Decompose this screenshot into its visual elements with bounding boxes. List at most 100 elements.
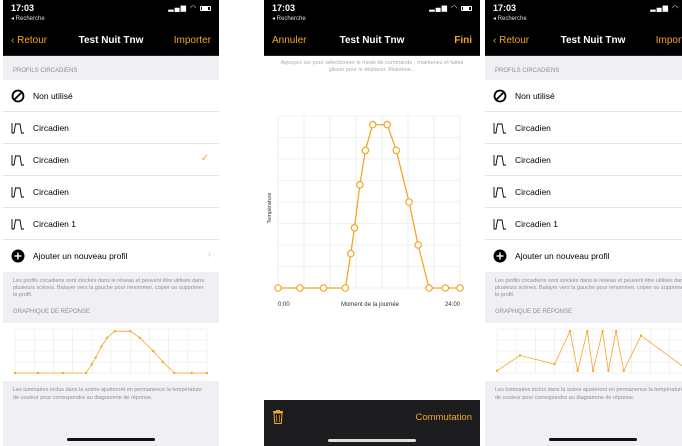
profiles-note: Les profils circadiens sont stockés dans… xyxy=(13,278,205,299)
control-point xyxy=(368,120,377,129)
response-graph-svg xyxy=(13,329,209,375)
circadian-curve-icon xyxy=(493,123,506,134)
profile-row-label: Circadien xyxy=(515,187,551,197)
profile-row-label: Ajouter un nouveau profil xyxy=(515,251,610,261)
profile-list: Non utilisé Circadien Circadien ✓ Circadien C… xyxy=(3,80,219,272)
control-point xyxy=(347,249,355,258)
control-point xyxy=(296,284,304,292)
trash-icon[interactable] xyxy=(272,410,284,424)
done-button[interactable]: Fini xyxy=(454,35,472,46)
status-time: 17:03 xyxy=(493,3,517,13)
wifi-icon: ◠ xyxy=(450,5,459,12)
home-indicator[interactable] xyxy=(67,438,155,441)
data-point xyxy=(205,372,209,375)
import-button[interactable]: Importer xyxy=(656,35,682,46)
profile-row[interactable]: Circadien 1 xyxy=(3,208,219,240)
data-point xyxy=(568,330,572,333)
home-indicator[interactable] xyxy=(328,439,416,442)
add-profile-row[interactable]: Ajouter un nouveau profil› xyxy=(485,240,682,272)
data-point xyxy=(518,354,522,358)
section-header-profiles: PROFILS CIRCADIENS xyxy=(495,68,560,74)
control-point xyxy=(456,284,464,292)
profile-row[interactable]: Circadien 1 xyxy=(485,208,682,240)
not-used-icon xyxy=(11,89,25,103)
x-tick-label-start: 0:00 xyxy=(278,302,290,308)
data-point xyxy=(601,330,604,333)
data-point xyxy=(553,363,556,366)
graph-note: Les luminaires inclus dans la scène ajus… xyxy=(495,387,682,401)
control-point xyxy=(356,181,364,189)
screen-profiles-left: 17:03 ◂ Recherche ▂▄▆ ◠ ‹ Retour Test Nu… xyxy=(3,0,219,446)
profile-row[interactable]: Circadien xyxy=(485,144,682,176)
control-point xyxy=(341,284,350,292)
profile-row[interactable]: Circadien xyxy=(3,176,219,208)
profile-row[interactable]: Circadien✓ xyxy=(485,112,682,144)
status-back-app[interactable]: ◂ Recherche xyxy=(11,15,45,22)
status-bar: 17:03 ◂ Recherche ▂▄▆ ◠ xyxy=(485,0,682,26)
data-point xyxy=(94,356,97,360)
status-icons: ▂▄▆ ◠ xyxy=(168,4,211,12)
data-point xyxy=(586,330,589,333)
control-point xyxy=(392,146,401,155)
commutation-button[interactable]: Commutation xyxy=(416,412,473,423)
data-point xyxy=(190,372,193,375)
graph-note: Les luminaires inclus dans la scène ajus… xyxy=(13,387,202,401)
add-icon xyxy=(11,249,25,263)
status-time: 17:03 xyxy=(11,3,35,13)
temperature-chart[interactable]: Température Moment de la journée 0:00 24:00 xyxy=(264,80,480,430)
chart-area[interactable]: Température Moment de la journée 0:00 24:00 xyxy=(264,80,480,430)
profile-row-label: Circadien xyxy=(515,123,551,133)
import-button[interactable]: Importer xyxy=(174,35,211,46)
profile-row[interactable]: Non utilisé xyxy=(3,80,219,112)
chevron-right-icon: › xyxy=(207,249,211,260)
status-bar: 17:03 ◂ Recherche ▂▄▆ ◠ xyxy=(3,0,219,26)
data-point xyxy=(173,372,176,375)
status-bar: 17:03 ◂ Recherche ▂▄▆ ◠ xyxy=(264,0,480,26)
circadian-curve-icon xyxy=(493,187,506,198)
control-point xyxy=(414,241,422,249)
profile-row[interactable]: Circadien xyxy=(3,112,219,144)
control-point xyxy=(319,284,328,292)
status-back-app[interactable]: ◂ Recherche xyxy=(493,15,527,22)
profile-row-label: Non utilisé xyxy=(515,91,555,101)
section-header-graph: GRAPHIQUE DE RÉPONSE xyxy=(13,309,91,316)
response-graph[interactable] xyxy=(485,323,682,382)
screen-graph-editor: 17:03 ◂ Recherche ▂▄▆ ◠ Annuler Test Nui… xyxy=(264,0,480,446)
profile-row-label: Non utilisé xyxy=(33,91,73,101)
profile-row[interactable]: Circadien xyxy=(485,176,682,208)
data-point xyxy=(639,334,643,338)
add-icon xyxy=(493,249,507,263)
not-used-icon xyxy=(493,89,507,103)
control-point xyxy=(383,120,392,129)
wifi-icon: ◠ xyxy=(671,5,680,12)
circadian-curve-icon xyxy=(11,219,24,230)
profile-row[interactable]: Circadien✓ xyxy=(3,144,219,176)
data-point xyxy=(90,363,94,366)
profile-row-label: Ajouter un nouveau profil xyxy=(33,251,128,261)
signal-icon: ▂▄▆ xyxy=(168,5,187,12)
control-point xyxy=(274,284,282,292)
status-icons: ▂▄▆ ◠ xyxy=(429,4,472,12)
circadian-curve-icon xyxy=(11,155,24,166)
home-indicator[interactable] xyxy=(549,438,637,441)
status-back-app[interactable]: ◂ Recherche xyxy=(272,15,306,22)
profile-row[interactable]: Non utilisé xyxy=(485,80,682,112)
nav-bar: Annuler Test Nuit Tnw Fini xyxy=(264,26,480,56)
add-profile-row[interactable]: Ajouter un nouveau profil › xyxy=(3,240,219,272)
data-point xyxy=(576,370,579,373)
data-point xyxy=(161,361,165,364)
section-header-profiles: PROFILS CIRCADIENS xyxy=(13,68,78,74)
data-point xyxy=(129,330,132,333)
section-header-graph: GRAPHIQUE DE RÉPONSE xyxy=(495,309,573,316)
screen-profiles-right: 17:03 ◂ Recherche ▂▄▆ ◠ ‹ Retour Test Nu… xyxy=(485,0,682,446)
data-point xyxy=(152,350,155,353)
data-point xyxy=(607,370,610,373)
y-axis-label: Température xyxy=(267,193,273,224)
status-icons: ▂▄▆ ◠ xyxy=(650,4,682,12)
signal-icon: ▂▄▆ xyxy=(429,5,448,12)
control-point xyxy=(441,284,450,292)
page-title: Test Nuit Tnw xyxy=(339,35,405,46)
circadian-curve-icon xyxy=(493,219,506,230)
nav-bar: ‹ Retour Test Nuit Tnw Importer xyxy=(485,26,682,56)
response-graph[interactable] xyxy=(3,323,219,382)
